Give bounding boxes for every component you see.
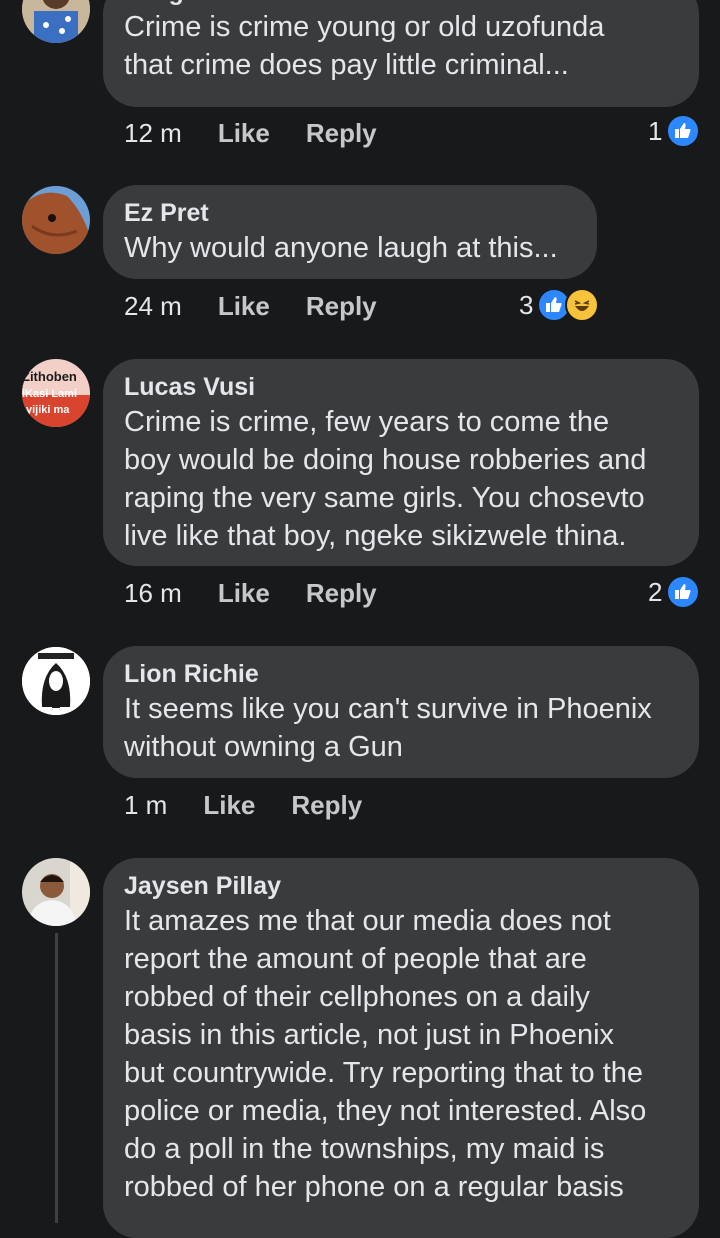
avatar[interactable] [22, 647, 90, 715]
like-reaction-icon [666, 114, 701, 148]
reply-thread-line [55, 933, 58, 1223]
comment-text: Crime is crime, few years to come the bo… [124, 406, 647, 552]
avatar[interactable] [22, 858, 90, 926]
reaction-summary[interactable]: 3 [519, 288, 600, 322]
comment-text: Crime is crime young or old uzofunda tha… [124, 11, 605, 81]
comment-text: It seems like you can't survive in Phoen… [124, 693, 652, 763]
comment-bubble[interactable]: Lucas Vusi Crime is crime, few years to … [103, 359, 699, 566]
comment-actions: 24 m Like Reply [124, 291, 377, 322]
comment-time: 12 m [124, 118, 182, 148]
comment-time: 1 m [124, 790, 168, 820]
like-button[interactable]: Like [218, 118, 270, 149]
avatar-line-1: Zithoben [22, 369, 77, 384]
comment-2: Ez Pret Why would anyone laugh at this..… [0, 180, 720, 345]
comment-actions: 1 m Like Reply [124, 790, 362, 821]
reaction-summary[interactable]: 1 [648, 114, 701, 148]
like-button[interactable]: Like [218, 291, 270, 322]
comment-bubble[interactable]: Lion Richie It seems like you can't surv… [103, 646, 699, 778]
reaction-summary[interactable]: 2 [648, 575, 701, 609]
comment-author[interactable]: Jongizizwe Modecai [124, 0, 677, 8]
comment-1: Jongizizwe Modecai Crime is crime young … [0, 0, 720, 170]
reaction-count: 1 [648, 115, 663, 146]
comment-5: Jaysen Pillay It amazes me that our medi… [0, 855, 720, 1238]
reply-button[interactable]: Reply [291, 790, 362, 821]
like-button[interactable]: Like [203, 790, 255, 821]
avatar-line-3: yijiki ma [26, 404, 70, 416]
comment-author[interactable]: Ez Pret [124, 197, 575, 229]
comment-bubble[interactable]: Jaysen Pillay It amazes me that our medi… [103, 858, 699, 1238]
like-button[interactable]: Like [218, 578, 270, 609]
avatar[interactable] [22, 0, 90, 43]
comment-time: 16 m [124, 578, 182, 608]
reaction-count: 2 [648, 576, 663, 607]
avatar[interactable]: Zithoben iKasi Lami yijiki ma [22, 359, 90, 427]
haha-reaction-icon [565, 288, 600, 322]
comment-4: Lion Richie It seems like you can't surv… [0, 643, 720, 843]
reaction-count: 3 [519, 289, 534, 320]
comment-text: It amazes me that our media does not rep… [124, 905, 647, 1203]
like-reaction-icon [666, 575, 701, 609]
comment-bubble[interactable]: Ez Pret Why would anyone laugh at this..… [103, 185, 597, 279]
comment-author[interactable]: Lucas Vusi [124, 371, 677, 403]
comment-bubble[interactable]: Jongizizwe Modecai Crime is crime young … [103, 0, 699, 107]
comment-actions: 16 m Like Reply [124, 578, 377, 609]
reply-button[interactable]: Reply [306, 118, 377, 149]
comment-time: 24 m [124, 291, 182, 321]
comment-author[interactable]: Jaysen Pillay [124, 870, 677, 902]
comment-3: Zithoben iKasi Lami yijiki ma Lucas Vusi… [0, 355, 720, 625]
comment-text: Why would anyone laugh at this... [124, 232, 558, 264]
comment-author[interactable]: Lion Richie [124, 658, 677, 690]
avatar-line-2: iKasi Lami [22, 388, 77, 400]
comment-actions: 12 m Like Reply [124, 118, 377, 149]
reply-button[interactable]: Reply [306, 291, 377, 322]
reply-button[interactable]: Reply [306, 578, 377, 609]
avatar[interactable] [22, 186, 90, 254]
